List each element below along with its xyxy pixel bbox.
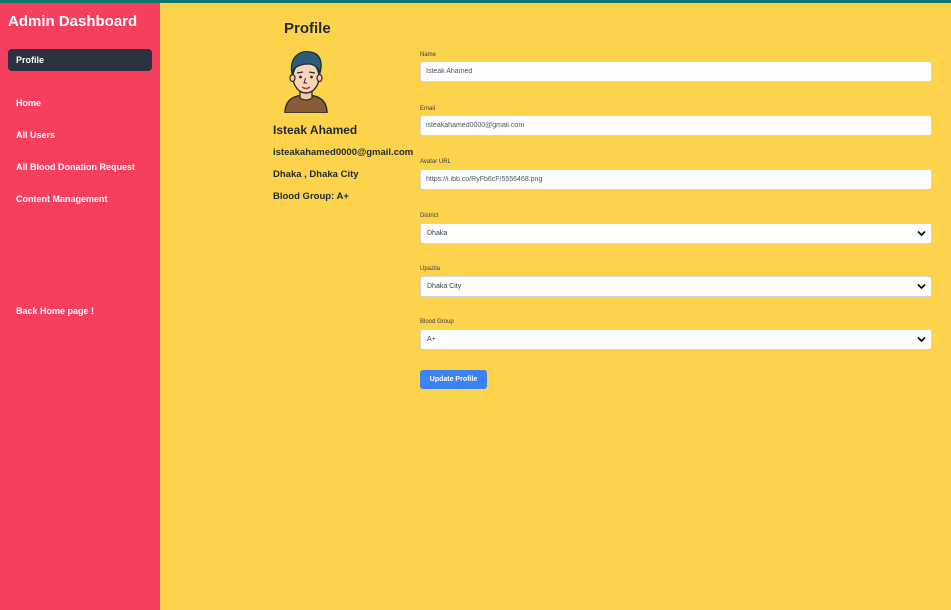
chevron-down-icon [917,336,926,343]
sidebar: Admin Dashboard Profile Home All Users A… [0,3,160,610]
district-label: District [420,213,439,219]
name-label: Name [420,52,437,58]
name-input[interactable] [420,61,932,82]
blood-group-select[interactable]: A+ [420,329,932,350]
page-title: Profile [284,20,331,37]
profile-name: Isteak Ahamed [273,123,358,137]
profile-location: Dhaka , Dhaka City [273,169,359,180]
chevron-down-icon [917,230,926,237]
sidebar-item-home[interactable]: Home [16,98,41,108]
email-input[interactable] [420,115,932,136]
avatar-url-label: Avatar URL [420,159,451,165]
blood-group-selected-value: A+ [427,336,436,343]
dashboard-title: Admin Dashboard [8,13,138,30]
sidebar-item-all-users[interactable]: All Users [16,130,55,140]
avatar-url-input[interactable] [420,169,932,190]
back-home-link[interactable]: Back Home page ! [16,306,94,316]
main-content: Profile Isteak Ahamed isteakahamed0000@g… [160,3,951,610]
update-profile-button[interactable]: Update Profile [420,370,487,389]
district-select[interactable]: Dhaka [420,223,932,244]
upazila-select[interactable]: Dhaka City [420,276,932,297]
district-selected-value: Dhaka [427,230,448,237]
blood-group-label: Blood Group [420,319,454,325]
chevron-down-icon [917,283,926,290]
avatar [284,51,328,113]
profile-blood-group: Blood Group: A+ [273,191,349,202]
sidebar-item-content-management[interactable]: Content Management [16,194,108,204]
upazila-selected-value: Dhaka City [427,283,462,290]
profile-email: isteakahamed0000@gmail.com [273,147,414,158]
email-label: Email [420,106,436,112]
upazila-label: Upazila [420,266,441,272]
sidebar-item-blood-donation-requests[interactable]: All Blood Donation Request [16,162,135,172]
sidebar-item-profile[interactable]: Profile [8,49,152,71]
